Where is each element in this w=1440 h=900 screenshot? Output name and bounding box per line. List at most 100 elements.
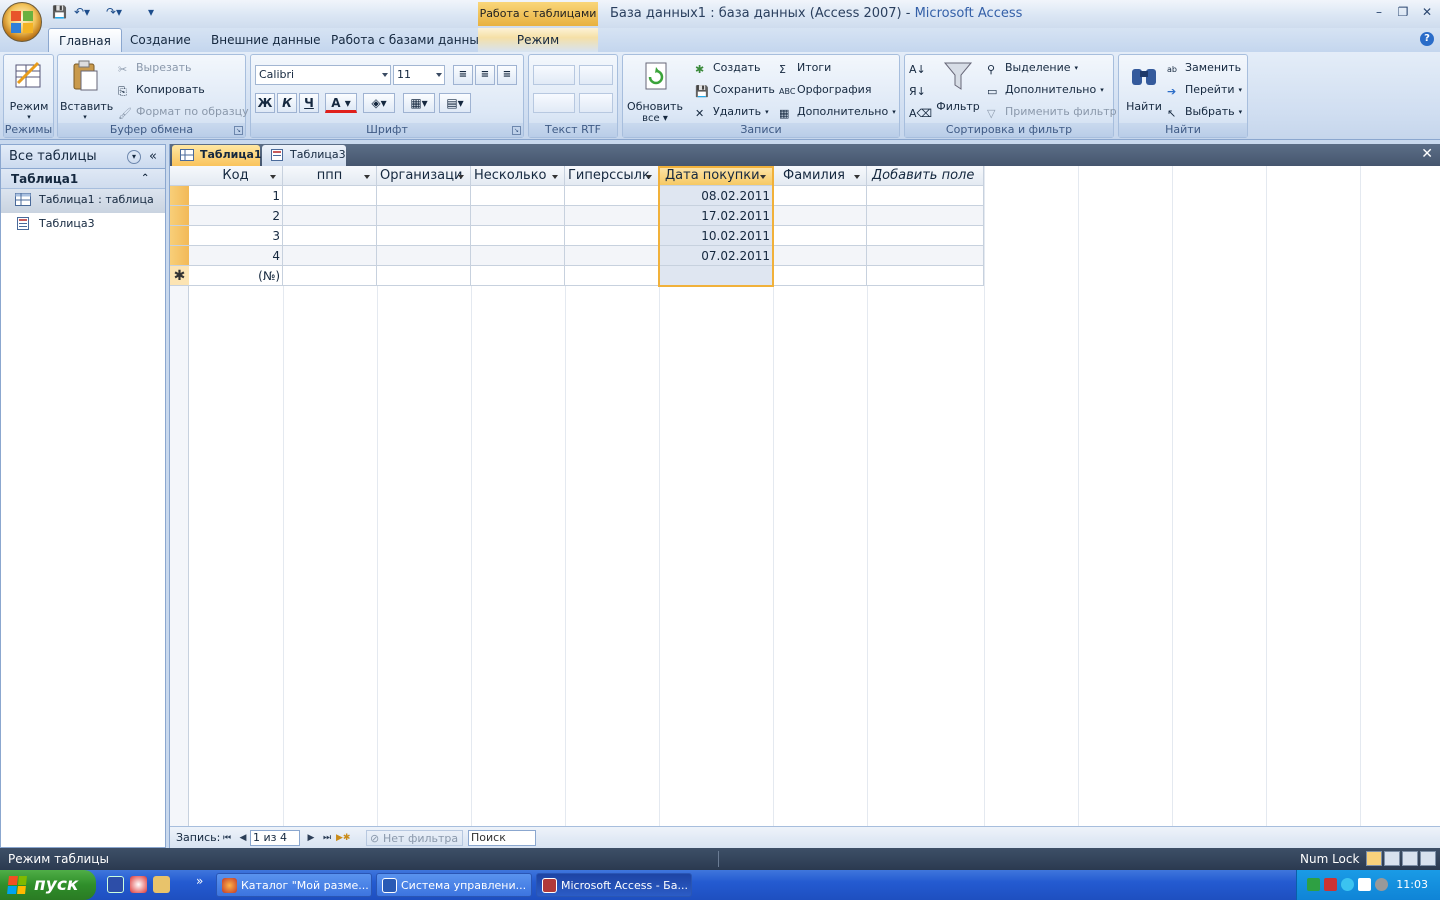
settings-tray-icon[interactable]: [1375, 878, 1388, 891]
cell[interactable]: [283, 226, 377, 246]
list-button[interactable]: [533, 93, 575, 113]
network-icon[interactable]: [1341, 878, 1354, 891]
language-icon[interactable]: [1358, 878, 1371, 891]
record-selector[interactable]: [170, 206, 189, 226]
cell-date[interactable]: 08.02.2011: [659, 186, 773, 206]
doc-tab-table3[interactable]: Таблица3: [262, 145, 346, 166]
align-center-button[interactable]: ≡: [475, 65, 495, 85]
save-icon[interactable]: 💾: [52, 5, 67, 21]
filter-status[interactable]: ⊘ Нет фильтра: [366, 830, 464, 846]
taskbar-item-word[interactable]: Система управлени...: [376, 873, 532, 897]
record-selector[interactable]: [170, 246, 189, 266]
cell-date[interactable]: 17.02.2011: [659, 206, 773, 226]
column-header-kod[interactable]: Код: [189, 166, 283, 186]
chevron-down-icon[interactable]: [458, 175, 464, 179]
volume-icon[interactable]: [1324, 878, 1337, 891]
pivot-table-view-icon[interactable]: [1384, 851, 1400, 866]
cell[interactable]: [377, 206, 471, 226]
cell[interactable]: [773, 226, 867, 246]
cell[interactable]: [773, 206, 867, 226]
cell[interactable]: [565, 206, 659, 226]
column-header-org[interactable]: Организаци: [377, 166, 471, 186]
replace-button[interactable]: ab Заменить: [1167, 59, 1241, 77]
cell-date[interactable]: [659, 266, 773, 286]
floppy-icon[interactable]: [107, 876, 124, 893]
toggle-filter-button[interactable]: ▽ Применить фильтр: [987, 103, 1117, 121]
underline-button[interactable]: Ч: [299, 93, 319, 113]
tab-external-data[interactable]: Внешние данные: [201, 28, 330, 52]
tab-create[interactable]: Создание: [120, 28, 201, 52]
align-left-button[interactable]: ≡: [453, 65, 473, 85]
last-record-icon[interactable]: ⏭: [320, 830, 334, 846]
collapse-pane-icon[interactable]: «: [149, 145, 157, 169]
indent-button[interactable]: [533, 65, 575, 85]
cell[interactable]: [867, 186, 984, 206]
cell-id[interactable]: 1: [189, 186, 283, 206]
copy-button[interactable]: ⎘ Копировать: [118, 81, 205, 99]
cell[interactable]: [773, 266, 867, 286]
font-name-combo[interactable]: Calibri: [255, 65, 391, 85]
cell[interactable]: [471, 226, 565, 246]
office-button[interactable]: [2, 2, 42, 42]
chevron-down-icon[interactable]: ▾: [127, 150, 141, 164]
cell[interactable]: [377, 186, 471, 206]
record-selector[interactable]: [170, 226, 189, 246]
more-records-button[interactable]: ▦ Дополнительно ▾: [779, 103, 896, 121]
cell[interactable]: [471, 186, 565, 206]
nav-header[interactable]: Все таблицы ▾ «: [1, 145, 165, 169]
cell-new-id[interactable]: (№): [189, 266, 283, 286]
close-icon[interactable]: ✕: [1421, 146, 1433, 162]
nav-item-table3[interactable]: Таблица3: [1, 213, 165, 237]
start-button[interactable]: пуск: [0, 870, 96, 900]
save-record-button[interactable]: 💾 Сохранить: [695, 81, 775, 99]
undo-icon[interactable]: ↶▾: [74, 5, 90, 21]
cell[interactable]: [867, 226, 984, 246]
cell[interactable]: [565, 266, 659, 286]
redo-icon[interactable]: ↷▾: [106, 5, 122, 21]
record-position-input[interactable]: 1 из 4: [250, 830, 300, 846]
new-record-button[interactable]: ✱ Создать: [695, 59, 761, 77]
chevron-up-icon[interactable]: ⌃: [141, 169, 149, 189]
chevron-down-icon[interactable]: [646, 175, 652, 179]
cell[interactable]: [565, 186, 659, 206]
cell[interactable]: [283, 246, 377, 266]
goto-button[interactable]: ➔ Перейти ▾: [1167, 81, 1242, 99]
chevron-down-icon[interactable]: [270, 175, 276, 179]
cell[interactable]: [283, 206, 377, 226]
bold-button[interactable]: Ж: [255, 93, 275, 113]
tab-database-tools[interactable]: Работа с базами данных: [321, 28, 496, 52]
cut-button[interactable]: ✂ Вырезать: [118, 59, 191, 77]
cell[interactable]: [377, 246, 471, 266]
chevron-down-icon[interactable]: [854, 175, 860, 179]
pencil-icon[interactable]: [153, 876, 170, 893]
view-mode-button[interactable]: Режим ▾: [4, 59, 54, 121]
nav-item-table1[interactable]: Таблица1 : таблица: [1, 189, 165, 213]
gridlines-button[interactable]: ▦▾: [403, 93, 435, 113]
pivot-chart-view-icon[interactable]: [1402, 851, 1418, 866]
datasheet-view-icon[interactable]: [1366, 851, 1382, 866]
refresh-all-button[interactable]: Обновить все ▾: [627, 59, 683, 124]
new-record-nav-icon[interactable]: ▶✱: [336, 830, 350, 846]
customize-qat-icon[interactable]: ▾: [148, 5, 154, 21]
italic-button[interactable]: К: [277, 93, 297, 113]
cell-date[interactable]: 10.02.2011: [659, 226, 773, 246]
new-record-selector[interactable]: ✱: [170, 266, 189, 286]
format-painter-button[interactable]: 🖌 Формат по образцу: [118, 103, 249, 121]
restore-icon[interactable]: ❐: [1394, 5, 1412, 21]
cell-id[interactable]: 3: [189, 226, 283, 246]
align-right-button[interactable]: ≡: [497, 65, 517, 85]
highlight-button[interactable]: [579, 93, 613, 113]
doc-tab-table1[interactable]: Таблица1: [172, 145, 262, 166]
chevron-down-icon[interactable]: [364, 175, 370, 179]
cell-date[interactable]: 07.02.2011: [659, 246, 773, 266]
cell[interactable]: [565, 226, 659, 246]
dialog-launcher-icon[interactable]: ↘: [512, 126, 521, 135]
clear-sort-button[interactable]: A⌫: [909, 103, 932, 121]
cell-id[interactable]: 2: [189, 206, 283, 226]
cell[interactable]: [565, 246, 659, 266]
cell[interactable]: [773, 246, 867, 266]
column-header-purchase-date[interactable]: Дата покупки: [659, 166, 773, 186]
sort-descending-button[interactable]: Я↓: [909, 81, 926, 99]
column-header-surname[interactable]: Фамилия: [773, 166, 867, 186]
green-tray-icon[interactable]: [1307, 878, 1320, 891]
